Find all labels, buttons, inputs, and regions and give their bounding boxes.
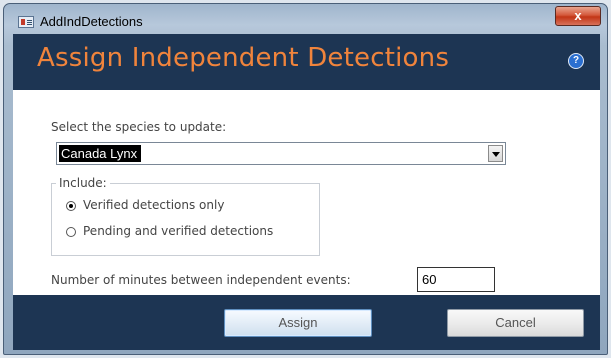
form-icon [18,16,34,28]
radio-pending-and-verified[interactable] [66,227,76,237]
form-area: Select the species to update: Canada Lyn… [13,90,600,295]
cancel-button[interactable]: Cancel [447,309,584,337]
minutes-label: Number of minutes between independent ev… [51,273,351,287]
species-selected-value: Canada Lynx [59,145,142,162]
title-bar[interactable]: AddIndDetections x [4,4,607,34]
help-icon[interactable]: ? [568,53,584,69]
species-label: Select the species to update: [51,120,227,134]
page-title: Assign Independent Detections [37,43,450,73]
assign-button[interactable]: Assign [224,309,372,337]
radio-verified-only[interactable] [66,201,76,211]
radio-verified-only-label[interactable]: Verified detections only [83,198,224,212]
dialog-window: AddIndDetections x Assign Independent De… [3,3,608,355]
minutes-input[interactable]: 60 [417,267,495,292]
dialog-body: Assign Independent Detections ? Select t… [13,34,600,350]
window-title: AddIndDetections [40,14,143,29]
close-icon[interactable]: x [555,6,601,26]
include-legend: Include: [56,176,110,190]
button-bar: Assign Cancel [13,295,600,350]
chevron-down-icon[interactable] [488,145,503,162]
include-group: Include: Verified detections only Pendin… [51,176,320,256]
species-dropdown[interactable]: Canada Lynx [56,142,506,165]
header-bar: Assign Independent Detections ? [13,34,600,90]
radio-pending-and-verified-label[interactable]: Pending and verified detections [83,224,273,238]
